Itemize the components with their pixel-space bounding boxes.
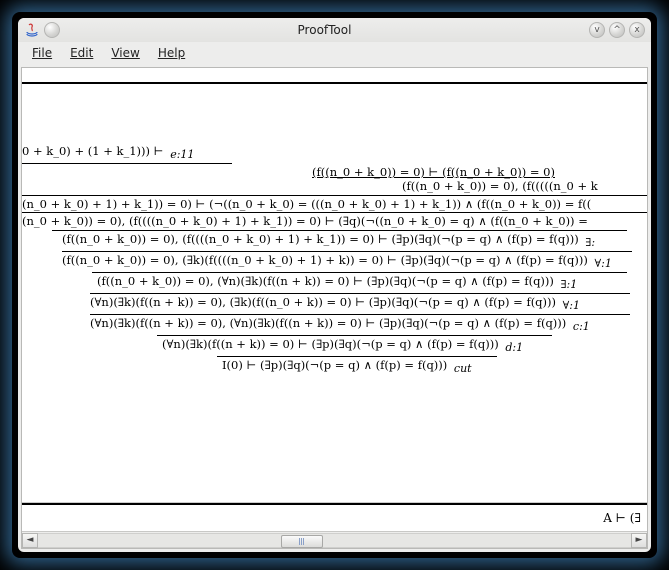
menu-view[interactable]: View (103, 44, 147, 62)
menubar: File Edit View Help (18, 42, 651, 64)
sequent: (f((n_0 + k_0)) = 0), (f(((((n_0 + k (402, 179, 598, 193)
rule-label: e:11 (167, 148, 194, 161)
proof-viewport[interactable]: 0 + k_0) + (1 + k_1))) ⊢ e:11 (f((n_0 + … (22, 84, 647, 503)
rule-label: c:1 (570, 320, 590, 333)
top-divider (22, 68, 647, 84)
close-button[interactable]: x (629, 22, 645, 38)
sequent: I(0) ⊢ (∃p)(∃q)(¬(p = q) ∧ (f(p) = f(q))… (222, 358, 447, 372)
rule-label: ∀:1 (592, 257, 612, 270)
sequent: (f((n_0 + k_0)) = 0), (∃k)(f((((n_0 + k_… (62, 253, 588, 267)
sequent: (∀n)(∃k)(f((n + k)) = 0), (∃k)(f((n_0 + … (90, 295, 556, 309)
scroll-right-button[interactable]: ► (631, 533, 647, 548)
rule-label: cut (451, 362, 472, 375)
app-window: ProofTool v ^ x File Edit View Help 0 + … (18, 18, 651, 552)
content-frame: 0 + k_0) + (1 + k_1))) ⊢ e:11 (f((n_0 + … (21, 67, 648, 549)
menu-file[interactable]: File (24, 44, 60, 62)
inference-bar (22, 163, 232, 164)
titlebar[interactable]: ProofTool v ^ x (18, 18, 651, 42)
inference-bar (22, 195, 647, 196)
inference-bar (62, 251, 632, 252)
rule-label: ∃: (582, 236, 595, 249)
maximize-button[interactable]: ^ (609, 22, 625, 38)
sequent: (f((n_0 + k_0)) = 0), (∀n)(∃k)(f((n + k)… (97, 274, 554, 288)
minimize-button[interactable]: v (589, 22, 605, 38)
proof-tree: 0 + k_0) + (1 + k_1))) ⊢ e:11 (f((n_0 + … (22, 84, 647, 376)
inference-bar (217, 356, 497, 357)
menu-help[interactable]: Help (150, 44, 193, 62)
sequent: (∀n)(∃k)(f((n + k)) = 0), (∀n)(∃k)(f((n … (90, 316, 566, 330)
sequent: (∀n)(∃k)(f((n + k)) = 0) ⊢ (∃p)(∃q)(¬(p … (162, 337, 499, 351)
rule-label: ∀:1 (560, 299, 580, 312)
java-icon (24, 22, 40, 38)
menu-edit[interactable]: Edit (62, 44, 101, 62)
sequent: (f((n_0 + k_0)) = 0) ⊢ (f((n_0 + k_0)) =… (312, 165, 555, 179)
sequent: (n_0 + k_0) + 1) + k_1)) = 0) ⊢ (¬((n_0 … (22, 197, 591, 211)
inference-bar (92, 272, 627, 273)
window-menu-button[interactable] (44, 22, 60, 38)
inference-bar (157, 335, 552, 336)
rule-label: ∃:1 (558, 278, 578, 291)
scroll-thumb[interactable] (281, 535, 323, 548)
horizontal-scrollbar[interactable]: ◄ ► (22, 531, 647, 548)
inference-bar (90, 314, 630, 315)
scroll-track[interactable] (38, 533, 631, 548)
inference-bar (90, 293, 630, 294)
window-title: ProofTool (64, 23, 585, 37)
sequent: (f((n_0 + k_0)) = 0), (f((((n_0 + k_0) +… (62, 232, 579, 246)
scroll-left-button[interactable]: ◄ (22, 533, 38, 548)
inference-bar (22, 212, 647, 213)
sequent: 0 + k_0) + (1 + k_1))) ⊢ (22, 144, 164, 158)
inference-bar (52, 230, 627, 231)
rule-label: d:1 (502, 341, 523, 354)
lower-panel: A ⊢ (∃ (22, 503, 647, 531)
lower-sequent: A ⊢ (∃ (603, 511, 641, 525)
sequent: (n_0 + k_0)) = 0), (f((((n_0 + k_0) + 1)… (22, 214, 588, 228)
